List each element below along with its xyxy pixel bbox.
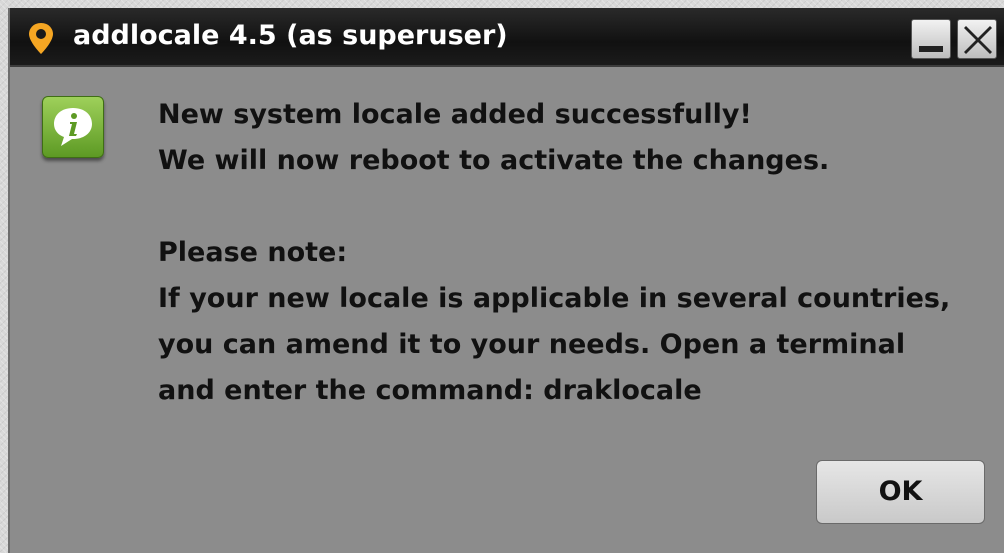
location-pin-icon: [26, 21, 56, 55]
ok-button[interactable]: OK: [816, 460, 985, 524]
message-line: you can amend it to your needs. Open a t…: [158, 329, 906, 360]
close-icon: [964, 26, 992, 54]
message-line: and enter the command: draklocale: [158, 375, 702, 406]
message-line: If your new locale is applicable in seve…: [158, 283, 951, 314]
dialog-window: addlocale 4.5 (as superuser) New system …: [8, 8, 1004, 553]
message-line: Please note:: [158, 237, 348, 268]
message-line: New system locale added successfully!: [158, 99, 752, 130]
title-bar[interactable]: addlocale 4.5 (as superuser): [10, 8, 1004, 67]
close-button[interactable]: [957, 19, 997, 59]
dialog-message: New system locale added successfully! We…: [158, 92, 998, 414]
minimize-button[interactable]: [911, 19, 951, 59]
message-line: We will now reboot to activate the chang…: [158, 145, 830, 176]
info-speech-bubble-icon: [42, 96, 104, 158]
minimize-icon: [919, 46, 943, 52]
window-title: addlocale 4.5 (as superuser): [73, 20, 508, 51]
